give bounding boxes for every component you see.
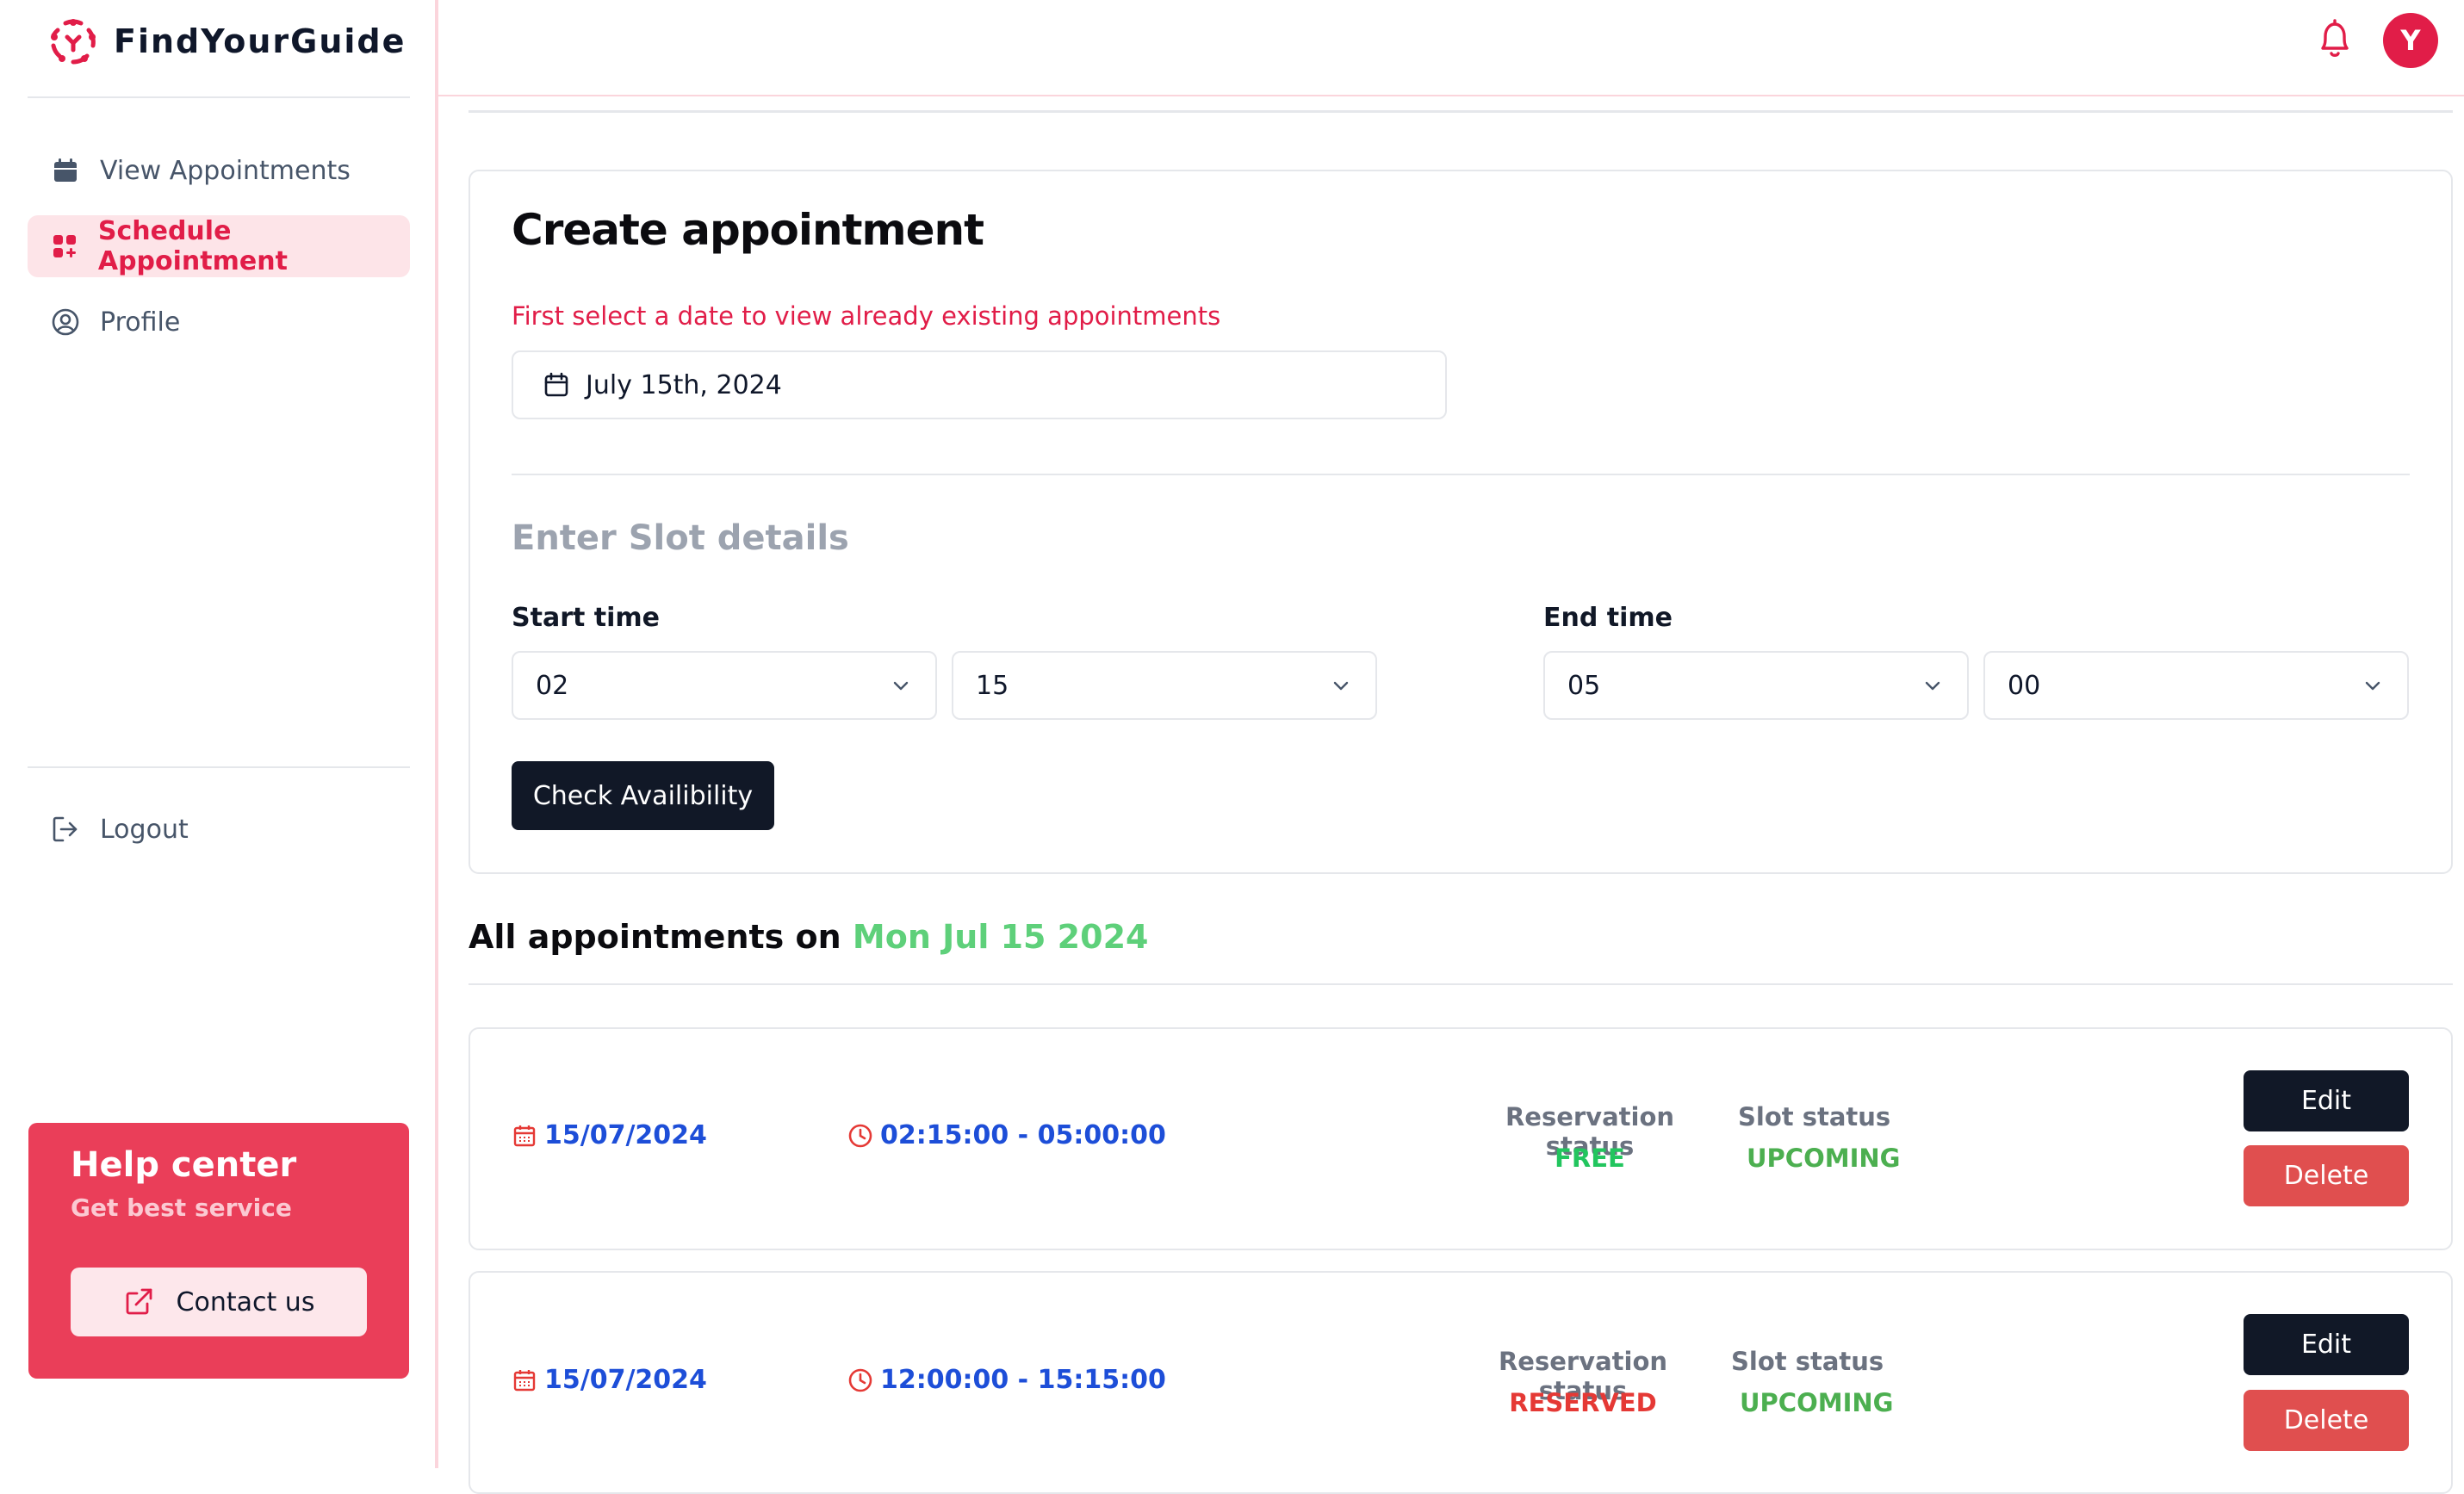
help-center-title: Help center [71, 1145, 297, 1185]
sidebar-divider [28, 766, 410, 768]
slot-status-value: UPCOMING [1740, 1388, 1894, 1417]
appointment-time-value: 02:15:00 - 05:00:00 [880, 1120, 1166, 1150]
top-bar [438, 0, 2464, 96]
start-time-label: Start time [512, 603, 661, 633]
create-appointment-title: Create appointment [512, 205, 984, 255]
chevron-down-icon [1333, 681, 1349, 691]
appointment-date: 15/07/2024 [512, 1120, 707, 1150]
slot-status-label: Slot status [1738, 1102, 1891, 1131]
slot-details-title: Enter Slot details [512, 518, 849, 558]
calendar-icon [50, 155, 81, 186]
logout-icon [50, 814, 81, 845]
start-minute-value: 15 [976, 670, 1009, 701]
bell-icon[interactable] [2317, 17, 2353, 62]
clock-icon [848, 1368, 872, 1392]
delete-button[interactable]: Delete [2244, 1390, 2409, 1451]
calendar-outline-icon [513, 1369, 536, 1391]
help-center-subtitle: Get best service [71, 1193, 292, 1222]
appointment-date: 15/07/2024 [512, 1365, 707, 1395]
appointment-date-value: 15/07/2024 [544, 1120, 707, 1150]
sidebar-item-profile[interactable]: Profile [28, 291, 410, 353]
calendar-outline-icon [544, 372, 568, 397]
grid-plus-icon [50, 231, 79, 262]
start-hour-select[interactable]: 02 [512, 651, 937, 720]
sidebar-item-schedule-appointment[interactable]: Schedule Appointment [28, 215, 410, 277]
appointments-heading-prefix: All appointments on [469, 918, 841, 956]
check-availability-button[interactable]: Check Availibility [512, 761, 774, 830]
appointment-date-value: 15/07/2024 [544, 1365, 707, 1395]
brand[interactable]: FindYourGuide [48, 15, 406, 67]
appointment-time: 12:00:00 - 15:15:00 [847, 1365, 1166, 1395]
slot-status-value: UPCOMING [1747, 1144, 1901, 1173]
end-hour-select[interactable]: 05 [1543, 651, 1969, 720]
sidebar-item-label: View Appointments [100, 155, 351, 186]
help-center-card: Help center Get best service Contact us [28, 1123, 409, 1379]
appointment-time: 02:15:00 - 05:00:00 [847, 1120, 1166, 1150]
chevron-down-icon [1925, 681, 1940, 691]
start-minute-select[interactable]: 15 [952, 651, 1377, 720]
edit-button[interactable]: Edit [2244, 1314, 2409, 1375]
brand-logo-icon [51, 19, 96, 65]
date-picker-value: July 15th, 2024 [586, 369, 782, 400]
brand-name: FindYourGuide [114, 22, 407, 60]
header-divider [469, 110, 2453, 113]
end-time-label: End time [1543, 603, 1673, 633]
date-hint-text: First select a date to view already exis… [512, 301, 1221, 331]
end-hour-value: 05 [1567, 670, 1601, 701]
start-hour-value: 02 [536, 670, 569, 701]
appointments-heading: All appointments on Mon Jul 15 2024 [469, 918, 1148, 956]
reservation-status-value: FREE [1555, 1144, 1625, 1173]
sidebar-item-label: Profile [100, 307, 181, 338]
appointments-heading-date: Mon Jul 15 2024 [852, 918, 1149, 956]
date-picker-button[interactable]: July 15th, 2024 [512, 350, 1447, 419]
end-minute-value: 00 [2008, 670, 2041, 701]
contact-us-button[interactable]: Contact us [71, 1268, 367, 1336]
sidebar: FindYourGuide View Appointments Schedule… [0, 0, 438, 1468]
appointment-card [469, 1027, 2453, 1250]
sidebar-item-label: Schedule Appointment [97, 216, 288, 276]
delete-button[interactable]: Delete [2244, 1145, 2409, 1206]
chevron-down-icon [2365, 681, 2380, 691]
edit-button[interactable]: Edit [2244, 1070, 2409, 1131]
slot-status-label: Slot status [1731, 1347, 1884, 1376]
reservation-status-value: RESERVED [1509, 1388, 1657, 1417]
sidebar-divider [28, 96, 410, 98]
calendar-outline-icon [513, 1125, 536, 1146]
avatar[interactable]: Y [2383, 13, 2438, 68]
card-divider [512, 474, 2410, 475]
user-circle-icon [50, 307, 81, 338]
logout-label: Logout [100, 814, 189, 845]
list-divider [469, 983, 2453, 985]
contact-us-label: Contact us [176, 1286, 315, 1317]
external-link-icon [126, 1288, 152, 1315]
appointment-time-value: 12:00:00 - 15:15:00 [880, 1365, 1166, 1395]
clock-icon [848, 1124, 872, 1147]
chevron-down-icon [893, 681, 909, 691]
sidebar-item-logout[interactable]: Logout [28, 798, 410, 860]
sidebar-item-view-appointments[interactable]: View Appointments [28, 139, 410, 201]
end-minute-select[interactable]: 00 [1983, 651, 2409, 720]
